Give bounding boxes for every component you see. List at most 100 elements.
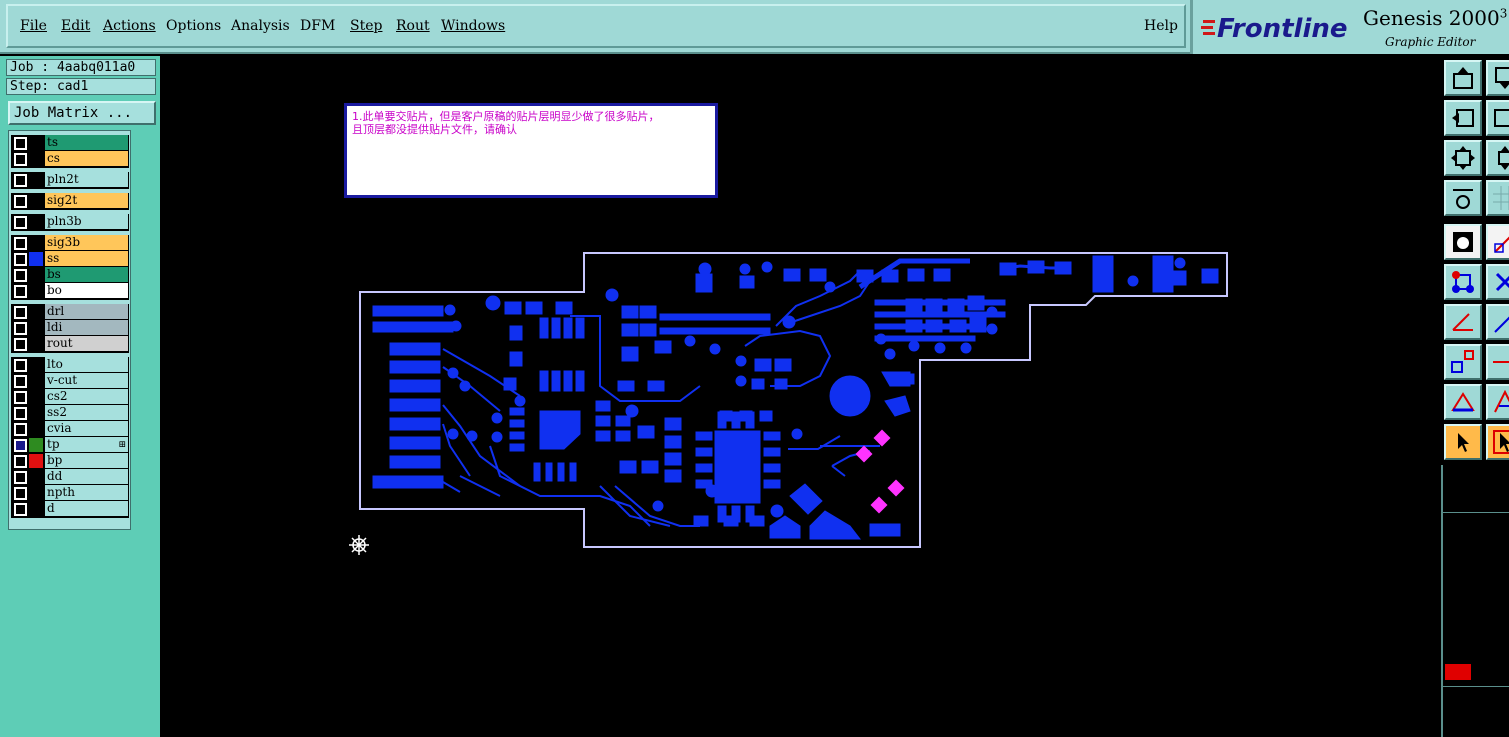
layer-checkbox[interactable]: [14, 174, 27, 187]
job-matrix-button[interactable]: Job Matrix ...: [8, 101, 156, 125]
layer-checkbox[interactable]: [14, 285, 27, 298]
layer-down-button[interactable]: [1486, 60, 1509, 96]
triangle-alt-button[interactable]: [1486, 384, 1509, 420]
node-button[interactable]: [1444, 344, 1482, 380]
expand-icon[interactable]: ⊞: [118, 438, 126, 453]
line-icon: [1494, 236, 1509, 253]
smd-pads: [855, 429, 905, 514]
angle-button[interactable]: [1444, 304, 1482, 340]
layer-row-ldi[interactable]: ldi: [11, 320, 129, 336]
layer-row-bp[interactable]: bp: [11, 453, 129, 469]
fit-right-button[interactable]: [1486, 100, 1509, 136]
menu-windows[interactable]: Windows: [441, 18, 505, 34]
menu-edit[interactable]: Edit: [61, 18, 90, 34]
cross-button[interactable]: [1486, 264, 1509, 300]
layer-checkbox[interactable]: [14, 439, 27, 452]
fit-right-icon: [1494, 109, 1509, 127]
layer-checkbox[interactable]: [14, 253, 27, 266]
menu-dfm[interactable]: DFM: [300, 18, 335, 34]
layer-checkbox[interactable]: [14, 455, 27, 468]
layer-row-pln2t[interactable]: pln2t: [11, 172, 129, 188]
layer-row-ts[interactable]: ts: [11, 135, 129, 151]
layer-row-pln3b[interactable]: pln3b: [11, 214, 129, 230]
pointer-alt-button[interactable]: [1486, 424, 1509, 460]
menu-file[interactable]: File: [20, 18, 47, 34]
layer-row-rout[interactable]: rout: [11, 336, 129, 352]
snap-button[interactable]: [1444, 180, 1482, 216]
node-icon: [1451, 350, 1474, 373]
layer-group-top: ts cs: [11, 135, 129, 168]
layer-down-icon: [1495, 67, 1509, 89]
layer-checkbox[interactable]: [14, 237, 27, 250]
layer-row-cvia[interactable]: cvia: [11, 421, 129, 437]
layer-row-dd[interactable]: dd: [11, 469, 129, 485]
pointer-button[interactable]: [1444, 424, 1482, 460]
layer-group-bottom: sig3b ss bs bo: [11, 235, 129, 300]
select-pad-button[interactable]: [1444, 224, 1482, 260]
layer-row-npth[interactable]: npth: [11, 485, 129, 501]
layer-row-tp[interactable]: tp ⊞: [11, 437, 129, 453]
layer-color-swatch: [29, 454, 43, 468]
layer-checkbox[interactable]: [14, 322, 27, 335]
arc-icon: [1494, 316, 1509, 333]
triangle-button[interactable]: [1444, 384, 1482, 420]
layer-row-ss2[interactable]: ss2: [11, 405, 129, 421]
layer-checkbox[interactable]: [14, 306, 27, 319]
layer-row-v-cut[interactable]: v-cut: [11, 373, 129, 389]
layer-checkbox[interactable]: [14, 503, 27, 516]
measure-button[interactable]: [1486, 344, 1509, 380]
menu-bar: File Edit Actions Options Analysis DFM S…: [0, 0, 1190, 54]
layer-row-cs2[interactable]: cs2: [11, 389, 129, 405]
grid-button[interactable]: [1486, 180, 1509, 216]
menu-rout[interactable]: Rout: [396, 18, 430, 34]
fit-all-button[interactable]: [1444, 140, 1482, 176]
layer-checkbox[interactable]: [14, 269, 27, 282]
layer-checkbox[interactable]: [14, 359, 27, 372]
brand-area: Frontline Genesis 20003 Graphic Editor: [1190, 0, 1509, 54]
layer-checkbox[interactable]: [14, 391, 27, 404]
layer-checkbox[interactable]: [14, 338, 27, 351]
angle-icon: [1452, 313, 1473, 331]
pointer-alt-icon: [1493, 430, 1509, 454]
job-name: Job : 4aabq011a0: [6, 59, 156, 76]
layer-checkbox[interactable]: [14, 137, 27, 150]
left-panel: Job : 4aabq011a0 Step: cad1 Job Matrix .…: [0, 56, 160, 737]
arc-button[interactable]: [1486, 304, 1509, 340]
layer-up-button[interactable]: [1444, 60, 1482, 96]
status-swatch: [1445, 664, 1471, 680]
menu-options[interactable]: Options: [166, 18, 221, 34]
zoom-button[interactable]: [1486, 140, 1509, 176]
layer-row-sig2t[interactable]: sig2t: [11, 193, 129, 209]
layer-checkbox[interactable]: [14, 423, 27, 436]
connect-button[interactable]: [1444, 264, 1482, 300]
cross-icon: [1495, 272, 1509, 292]
layer-checkbox[interactable]: [14, 216, 27, 229]
select-pad-icon: [1453, 232, 1473, 252]
graphic-canvas[interactable]: 1.此单要交贴片，但是客户原稿的贴片层明显少做了很多贴片， 且顶层都没提供贴片文…: [160, 56, 1440, 737]
layer-row-sig3b[interactable]: sig3b: [11, 235, 129, 251]
layer-color-swatch: [29, 438, 43, 452]
layer-checkbox[interactable]: [14, 471, 27, 484]
layer-row-d[interactable]: d: [11, 501, 129, 517]
menu-step[interactable]: Step: [350, 18, 382, 34]
line-button[interactable]: [1486, 224, 1509, 260]
layer-row-drl[interactable]: drl: [11, 304, 129, 320]
menu-help[interactable]: Help: [1144, 18, 1178, 34]
layer-checkbox[interactable]: [14, 487, 27, 500]
layer-checkbox[interactable]: [14, 195, 27, 208]
step-name: Step: cad1: [6, 78, 156, 95]
menu-analysis[interactable]: Analysis: [231, 18, 290, 34]
layer-row-bs[interactable]: bs: [11, 267, 129, 283]
layer-checkbox[interactable]: [14, 375, 27, 388]
measure-icon: [1493, 361, 1509, 363]
fit-left-button[interactable]: [1444, 100, 1482, 136]
layer-checkbox[interactable]: [14, 407, 27, 420]
layer-row-lto[interactable]: lto: [11, 357, 129, 373]
layer-row-cs[interactable]: cs: [11, 151, 129, 167]
logo-text: Frontline: [1217, 14, 1348, 42]
layer-checkbox[interactable]: [14, 153, 27, 166]
layer-row-bo[interactable]: bo: [11, 283, 129, 299]
layer-row-ss[interactable]: ss: [11, 251, 129, 267]
origin-icon: [349, 535, 369, 555]
menu-actions[interactable]: Actions: [103, 18, 156, 34]
